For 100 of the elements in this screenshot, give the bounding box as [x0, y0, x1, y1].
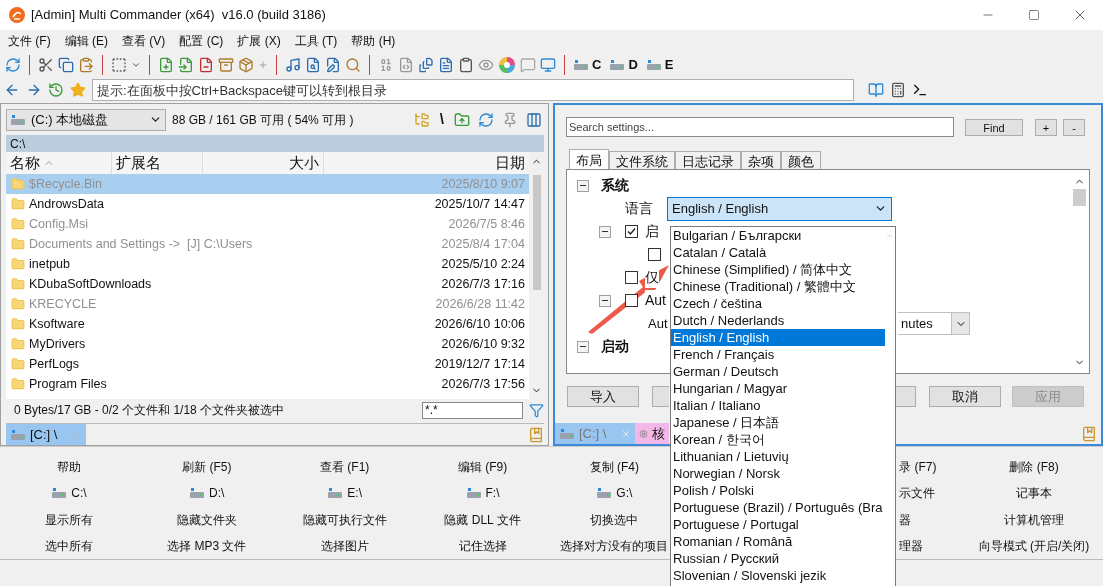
- button[interactable]: [652, 386, 669, 407]
- folder-tree-icon[interactable]: [413, 111, 430, 128]
- command-button[interactable]: 理器: [899, 532, 924, 559]
- drive-button[interactable]: D: [609, 55, 638, 75]
- command-button[interactable]: 选择 MP3 文件: [167, 532, 247, 559]
- command-button[interactable]: 编辑 (F9): [457, 454, 508, 481]
- filter-icon[interactable]: [529, 402, 544, 418]
- menu-item[interactable]: 工具 (T): [289, 32, 343, 50]
- back-icon[interactable]: [4, 82, 20, 98]
- language-option[interactable]: Norwegian / Norsk: [671, 465, 885, 482]
- command-button[interactable]: F:\: [465, 480, 500, 507]
- file-edit-icon[interactable]: [325, 57, 341, 73]
- language-option[interactable]: Polish / Polski: [671, 482, 885, 499]
- book-icon[interactable]: [868, 82, 884, 98]
- file-arrow-icon[interactable]: [178, 57, 194, 73]
- selection-icon[interactable]: [111, 57, 127, 73]
- command-button[interactable]: 记事本: [1016, 480, 1053, 507]
- import-button[interactable]: 导入: [567, 386, 639, 407]
- command-button[interactable]: 帮助: [56, 454, 81, 481]
- checkbox[interactable]: [625, 225, 638, 238]
- paste-icon[interactable]: [78, 57, 94, 73]
- command-button[interactable]: D:\: [189, 480, 225, 507]
- command-button[interactable]: 查看 (F1): [319, 454, 370, 481]
- file-search-icon[interactable]: [305, 57, 321, 73]
- command-button[interactable]: 刷新 (F5): [182, 454, 232, 481]
- package-icon[interactable]: [238, 57, 254, 73]
- forward-icon[interactable]: [26, 82, 42, 98]
- calculator-icon[interactable]: [890, 82, 906, 98]
- terminal-icon[interactable]: [912, 82, 928, 98]
- collapse-toggle[interactable]: [599, 225, 611, 238]
- file-row[interactable]: KDubaSoftDownloads 2026/7/3 17:16: [6, 274, 529, 294]
- expand-all-button[interactable]: +: [1035, 118, 1057, 136]
- command-button[interactable]: 隐藏 DLL 文件: [444, 506, 521, 533]
- file-stack-icon[interactable]: [418, 57, 434, 73]
- command-button[interactable]: 记住选择: [458, 532, 507, 559]
- command-button[interactable]: 示文件: [899, 480, 936, 507]
- settings-tab[interactable]: 颜色: [781, 151, 821, 169]
- language-option[interactable]: German / Deutsch: [671, 363, 885, 380]
- folder-up-icon[interactable]: [454, 111, 470, 128]
- command-button[interactable]: G:\: [596, 480, 633, 507]
- file-row[interactable]: inetpub 2025/5/10 2:24: [6, 254, 529, 274]
- scroll-thumb[interactable]: [1073, 189, 1086, 206]
- language-option[interactable]: Korean / 한국어: [671, 431, 885, 448]
- history-icon[interactable]: [48, 82, 64, 98]
- scroll-thumb[interactable]: [532, 175, 541, 290]
- button[interactable]: [896, 386, 916, 407]
- language-option[interactable]: Portuguese / Portugal: [671, 516, 885, 533]
- language-dropdown[interactable]: English / English: [667, 196, 892, 221]
- collapse-toggle[interactable]: [577, 179, 589, 192]
- command-button[interactable]: 器: [899, 506, 912, 533]
- command-button[interactable]: 显示所有: [44, 506, 93, 533]
- command-button[interactable]: 向导模式 (开启/关闭): [978, 532, 1090, 559]
- file-row[interactable]: AndrowsData 2025/10/7 14:47: [6, 194, 529, 214]
- checkbox[interactable]: [625, 294, 638, 307]
- binary-icon[interactable]: [378, 57, 394, 73]
- clipboard-icon[interactable]: [458, 57, 474, 73]
- language-option[interactable]: Italian / Italiano: [671, 397, 885, 414]
- drive-button[interactable]: E: [645, 55, 674, 75]
- drive-selector[interactable]: (C:) 本地磁盘: [6, 108, 166, 131]
- address-field[interactable]: 提示:在面板中按Ctrl+Backspace键可以转到根目录: [92, 79, 854, 101]
- file-code-icon[interactable]: [398, 57, 414, 73]
- filter-field[interactable]: *.*: [422, 401, 523, 419]
- search-settings-field[interactable]: Search settings...: [566, 117, 954, 137]
- checkbox[interactable]: [648, 248, 661, 261]
- cancel-button[interactable]: 取消: [929, 386, 1001, 407]
- monitor-icon[interactable]: [540, 57, 556, 73]
- panel-tab[interactable]: [C:] \: [6, 424, 86, 445]
- menu-item[interactable]: 帮助 (H): [346, 32, 401, 50]
- command-button[interactable]: C:\: [51, 480, 87, 507]
- pin-icon[interactable]: [502, 111, 518, 128]
- color-wheel-icon[interactable]: [498, 56, 516, 74]
- command-button[interactable]: 切换选中: [590, 506, 639, 533]
- language-option[interactable]: Bulgarian / Български: [671, 227, 885, 244]
- collapse-all-button[interactable]: -: [1063, 118, 1085, 136]
- copy-icon[interactable]: [58, 57, 74, 73]
- command-button[interactable]: 复制 (F4): [589, 454, 640, 481]
- language-option[interactable]: Japanese / 日本語: [671, 414, 885, 431]
- language-option[interactable]: Portuguese (Brazil) / Português (Bra: [671, 499, 885, 516]
- plus-icon[interactable]: [258, 60, 268, 70]
- command-button[interactable]: 计算机管理: [1004, 506, 1065, 533]
- menu-item[interactable]: 文件 (F): [3, 32, 56, 50]
- columns-icon[interactable]: [526, 111, 542, 128]
- file-row[interactable]: Program Files 2026/7/3 17:56: [6, 374, 529, 394]
- root-folder-button[interactable]: \: [437, 108, 446, 131]
- file-text-icon[interactable]: [438, 57, 454, 73]
- column-header[interactable]: 日期: [324, 151, 529, 175]
- command-button[interactable]: 隐藏可执行文件: [302, 506, 387, 533]
- collapse-toggle[interactable]: [599, 294, 611, 307]
- language-option[interactable]: Dutch / Nederlands: [671, 312, 885, 329]
- command-button[interactable]: 选择图片: [320, 532, 369, 559]
- language-option[interactable]: Slovenian / Slovenski jezik: [671, 567, 885, 584]
- command-button[interactable]: 删除 (F8): [1009, 454, 1059, 481]
- bookmark-icon[interactable]: [1081, 426, 1097, 442]
- language-option[interactable]: Chinese (Traditional) / 繁體中文: [671, 278, 885, 295]
- command-button[interactable]: E:\: [327, 480, 362, 507]
- settings-tab[interactable]: 杂项: [741, 151, 781, 169]
- command-button[interactable]: 录 (F7): [899, 454, 937, 481]
- refresh-icon[interactable]: [5, 57, 21, 73]
- bookmark-icon[interactable]: [528, 427, 544, 443]
- menu-item[interactable]: 扩展 (X): [232, 32, 286, 50]
